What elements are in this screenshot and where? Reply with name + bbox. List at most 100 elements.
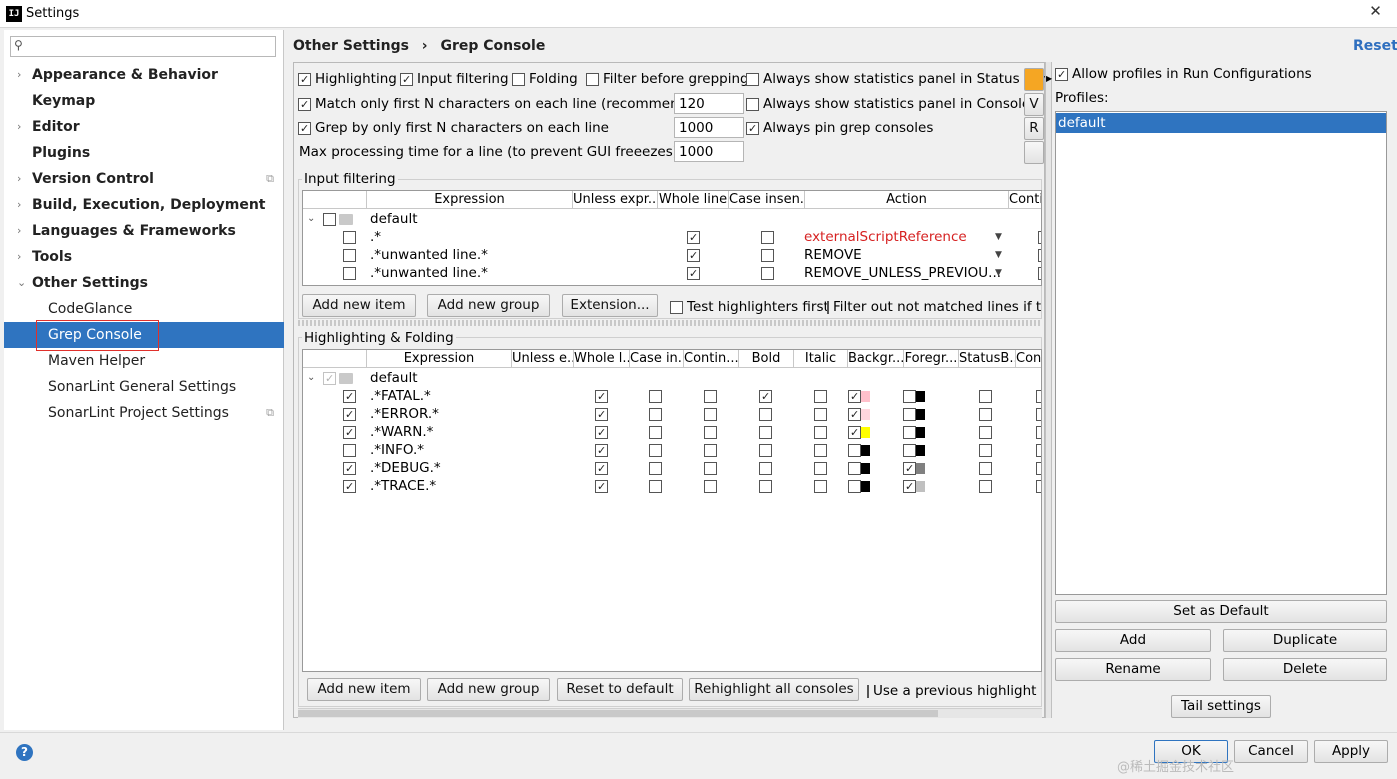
foreground-color-swatch[interactable]: [916, 391, 925, 402]
background-checkbox[interactable]: [848, 390, 861, 403]
filter-before-grepping-checkbox[interactable]: [586, 72, 599, 86]
statusbar-checkbox[interactable]: [979, 480, 992, 493]
filter-out-checkbox[interactable]: [827, 300, 829, 314]
console-checkbox[interactable]: [1036, 390, 1041, 403]
console-checkbox[interactable]: [1036, 480, 1041, 493]
match-first-n-checkbox[interactable]: [298, 97, 311, 111]
column-header-statusbar[interactable]: StatusB...: [959, 350, 1016, 368]
bold-checkbox[interactable]: [759, 480, 772, 493]
add-new-group-button[interactable]: Add new group: [427, 678, 550, 701]
tail-settings-button[interactable]: Tail settings: [1171, 695, 1271, 718]
reset-link[interactable]: Reset: [1353, 38, 1397, 54]
whole-line-checkbox[interactable]: [595, 480, 608, 493]
splitter-handle[interactable]: [298, 320, 1042, 326]
whole-line-checkbox[interactable]: [595, 408, 608, 421]
input-filtering-option[interactable]: Input filtering: [400, 71, 509, 87]
side-button-blank[interactable]: [1024, 141, 1044, 164]
sidebar-item-tools[interactable]: › Tools: [4, 244, 284, 270]
column-header-background[interactable]: Backgr...: [848, 350, 904, 368]
foreground-checkbox[interactable]: [903, 462, 916, 475]
column-header-bold[interactable]: Bold: [739, 350, 794, 368]
use-previous-highlight-option[interactable]: Use a previous highlight if: [867, 683, 1042, 699]
add-new-item-button[interactable]: Add new item: [302, 294, 416, 317]
case-checkbox[interactable]: [649, 444, 662, 457]
expand-chevron-icon[interactable]: ⌄: [307, 372, 315, 383]
filter-before-grepping-option[interactable]: Filter before grepping: [586, 71, 749, 87]
add-new-item-button[interactable]: Add new item: [307, 678, 421, 701]
donate-icon[interactable]: [1024, 68, 1044, 91]
column-header-unless[interactable]: Unless e...: [512, 350, 574, 368]
side-button-v[interactable]: V: [1024, 93, 1044, 116]
match-first-n-option[interactable]: Match only first N characters on each li…: [298, 96, 709, 112]
case-checkbox[interactable]: [649, 390, 662, 403]
continue-checkbox[interactable]: [1038, 267, 1041, 280]
close-icon[interactable]: ✕: [1354, 0, 1397, 22]
test-highlighters-first-option[interactable]: Test highlighters first: [670, 299, 829, 315]
statusbar-checkbox[interactable]: [979, 462, 992, 475]
row-enabled-checkbox[interactable]: [343, 444, 356, 457]
continue-checkbox[interactable]: [704, 444, 717, 457]
stats-status-bar-option[interactable]: Always show statistics panel in Status B…: [746, 71, 1047, 87]
sidebar-item-plugins[interactable]: Plugins: [4, 140, 284, 166]
row-enabled-checkbox[interactable]: [343, 231, 356, 244]
sidebar-item-version-control[interactable]: › Version Control ⧉: [4, 166, 284, 192]
side-button-r[interactable]: R: [1024, 117, 1044, 140]
foreground-color-swatch[interactable]: [916, 463, 925, 474]
filter-out-option[interactable]: Filter out not matched lines if th: [827, 299, 1042, 315]
bold-checkbox[interactable]: [759, 390, 772, 403]
continue-checkbox[interactable]: [704, 426, 717, 439]
foreground-color-swatch[interactable]: [916, 427, 925, 438]
statusbar-checkbox[interactable]: [979, 444, 992, 457]
case-checkbox[interactable]: [649, 480, 662, 493]
extension-button[interactable]: Extension...: [562, 294, 658, 317]
whole-line-checkbox[interactable]: [687, 249, 700, 262]
column-header-foreground[interactable]: Foregr...: [904, 350, 959, 368]
foreground-checkbox[interactable]: [903, 480, 916, 493]
row-enabled-checkbox[interactable]: [343, 267, 356, 280]
column-header-continue[interactable]: Contin...: [684, 350, 739, 368]
case-checkbox[interactable]: [649, 426, 662, 439]
grep-first-n-input[interactable]: 1000: [674, 117, 744, 138]
italic-checkbox[interactable]: [814, 390, 827, 403]
row-enabled-checkbox[interactable]: [343, 462, 356, 475]
column-header-console[interactable]: Cons: [1016, 350, 1041, 368]
console-checkbox[interactable]: [1036, 426, 1041, 439]
delete-profile-button[interactable]: Delete: [1223, 658, 1387, 681]
case-checkbox[interactable]: [761, 249, 774, 262]
use-previous-checkbox[interactable]: [867, 684, 869, 698]
sidebar-item-sonarlint-general[interactable]: SonarLint General Settings: [4, 374, 284, 400]
expand-chevron-icon[interactable]: ⌄: [307, 213, 315, 224]
continue-checkbox[interactable]: [704, 408, 717, 421]
continue-checkbox[interactable]: [704, 480, 717, 493]
sidebar-item-other-settings[interactable]: ⌄ Other Settings: [4, 270, 284, 296]
statusbar-checkbox[interactable]: [979, 408, 992, 421]
dropdown-arrow-icon[interactable]: ▼: [995, 232, 1002, 242]
sidebar-item-maven-helper[interactable]: Maven Helper: [4, 348, 284, 374]
row-enabled-checkbox[interactable]: [343, 408, 356, 421]
rehighlight-all-button[interactable]: Rehighlight all consoles: [689, 678, 859, 701]
background-color-swatch[interactable]: [861, 445, 870, 456]
continue-checkbox[interactable]: [704, 462, 717, 475]
reset-to-default-button[interactable]: Reset to default: [557, 678, 683, 701]
whole-line-checkbox[interactable]: [595, 444, 608, 457]
column-header-italic[interactable]: Italic: [794, 350, 848, 368]
pin-grep-option[interactable]: Always pin grep consoles: [746, 120, 933, 136]
background-color-swatch[interactable]: [861, 391, 870, 402]
console-checkbox[interactable]: [1036, 444, 1041, 457]
scrollbar-thumb[interactable]: [298, 710, 938, 717]
continue-checkbox[interactable]: [704, 390, 717, 403]
console-checkbox[interactable]: [1036, 462, 1041, 475]
sidebar-item-languages[interactable]: › Languages & Frameworks: [4, 218, 284, 244]
whole-line-checkbox[interactable]: [595, 426, 608, 439]
case-checkbox[interactable]: [761, 231, 774, 244]
pin-grep-checkbox[interactable]: [746, 121, 759, 135]
background-checkbox[interactable]: [848, 462, 861, 475]
row-enabled-checkbox[interactable]: [343, 390, 356, 403]
foreground-color-swatch[interactable]: [916, 409, 925, 420]
max-processing-input[interactable]: 1000: [674, 141, 744, 162]
case-checkbox[interactable]: [649, 408, 662, 421]
foreground-checkbox[interactable]: [903, 408, 916, 421]
background-color-swatch[interactable]: [861, 463, 870, 474]
foreground-checkbox[interactable]: [903, 426, 916, 439]
italic-checkbox[interactable]: [814, 408, 827, 421]
